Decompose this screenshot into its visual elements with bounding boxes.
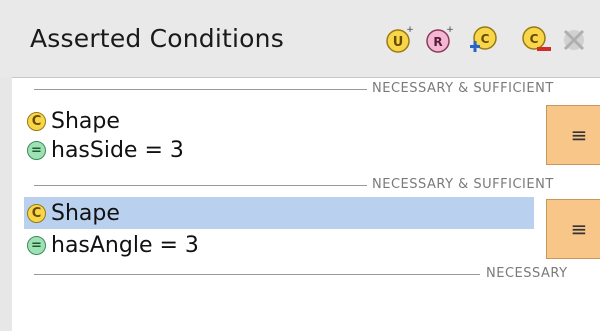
condition-row-selected[interactable]: C Shape — [24, 197, 534, 229]
panel-title: Asserted Conditions — [30, 24, 284, 53]
section-divider — [34, 274, 480, 275]
section-header-necessary: NECESSARY — [486, 266, 568, 281]
svg-text:R: R — [433, 35, 442, 49]
svg-text:+: + — [406, 25, 414, 35]
condition-text: Shape — [51, 108, 120, 134]
equivalent-class-button[interactable]: ≡ — [546, 105, 600, 165]
condition-text: Shape — [51, 200, 120, 226]
section-header-necessary-sufficient: NECESSARY & SUFFICIENT — [372, 81, 554, 96]
class-icon: C — [27, 111, 46, 131]
condition-text: hasAngle = 3 — [51, 232, 199, 258]
add-class-icon[interactable]: C — [466, 23, 500, 57]
svg-text:C: C — [481, 32, 490, 46]
svg-text:U: U — [393, 35, 404, 50]
add-restriction-icon[interactable]: R + — [423, 23, 457, 57]
section-header-necessary-sufficient: NECESSARY & SUFFICIENT — [372, 177, 554, 192]
condition-text: hasSide = 3 — [51, 137, 184, 163]
conditions-list: NECESSARY & SUFFICIENT C Shape = hasSide… — [12, 77, 600, 332]
class-icon: C — [27, 203, 46, 223]
condition-row[interactable]: = hasAngle = 3 — [24, 229, 199, 261]
section-divider — [34, 89, 367, 90]
condition-row[interactable]: = hasSide = 3 — [24, 134, 184, 166]
asserted-conditions-window: Asserted Conditions U + R + C C NECESSAR… — [0, 0, 600, 332]
panel-header: Asserted Conditions U + R + C C — [0, 0, 600, 77]
has-value-restriction-icon: = — [27, 235, 46, 255]
equivalent-class-button[interactable]: ≡ — [546, 199, 600, 259]
add-individual-icon[interactable]: U + — [383, 23, 417, 57]
section-divider — [34, 185, 367, 186]
has-value-restriction-icon: = — [27, 140, 46, 160]
svg-text:+: + — [446, 25, 454, 35]
delete-icon[interactable] — [557, 23, 591, 57]
remove-class-icon[interactable]: C — [520, 23, 554, 57]
svg-text:C: C — [530, 32, 539, 46]
condition-row[interactable]: C Shape — [24, 105, 120, 137]
